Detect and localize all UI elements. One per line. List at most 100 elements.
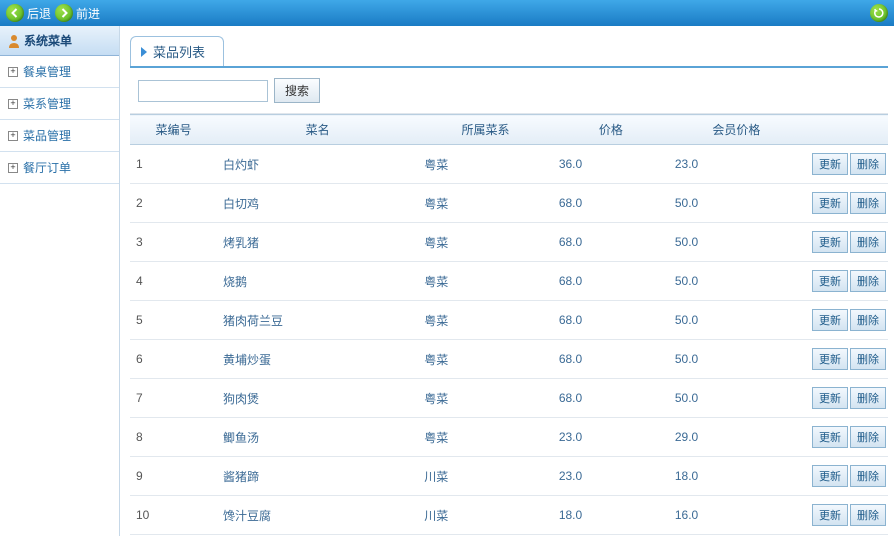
sidebar-item-label: 餐厅订单 [23,159,71,176]
expand-icon: + [8,67,18,77]
cell-actions: 更新删除 [804,457,888,496]
table-row: 8鲫鱼汤粤菜23.029.0更新删除 [130,418,888,457]
search-input[interactable] [138,80,268,102]
cell-name: 猪肉荷兰豆 [217,301,418,340]
delete-button[interactable]: 删除 [850,465,886,487]
cell-category: 粤菜 [418,262,553,301]
cell-member: 50.0 [669,184,804,223]
cell-category: 粤菜 [418,340,553,379]
col-member: 会员价格 [669,115,804,145]
cell-actions: 更新删除 [804,262,888,301]
cell-id: 2 [130,184,217,223]
expand-icon: + [8,163,18,173]
cell-actions: 更新删除 [804,379,888,418]
update-button[interactable]: 更新 [812,231,848,253]
cell-price: 36.0 [553,145,669,184]
sidebar-header: 系统菜单 [0,26,119,56]
cell-category: 粤菜 [418,145,553,184]
sidebar-item-1[interactable]: + 菜系管理 [0,88,119,120]
sidebar-item-label: 菜品管理 [23,127,71,144]
cell-category: 川菜 [418,496,553,535]
topbar-left: 后退 前进 [6,4,100,22]
cell-price: 68.0 [553,184,669,223]
cell-price: 68.0 [553,262,669,301]
panel-title-row: 菜品列表 [130,36,888,68]
cell-category: 粤菜 [418,223,553,262]
sidebar-item-2[interactable]: + 菜品管理 [0,120,119,152]
sidebar-item-label: 菜系管理 [23,95,71,112]
table-row: 10馋汁豆腐川菜18.016.0更新删除 [130,496,888,535]
cell-actions: 更新删除 [804,223,888,262]
cell-id: 10 [130,496,217,535]
update-button[interactable]: 更新 [812,465,848,487]
cell-name: 白切鸡 [217,184,418,223]
delete-button[interactable]: 删除 [850,348,886,370]
table-row: 1白灼虾粤菜36.023.0更新删除 [130,145,888,184]
cell-id: 5 [130,301,217,340]
sidebar: 系统菜单 + 餐桌管理 + 菜系管理 + 菜品管理 + 餐厅订单 [0,26,120,536]
cell-name: 酱猪蹄 [217,457,418,496]
expand-icon: + [8,99,18,109]
search-button[interactable]: 搜索 [274,78,320,103]
cell-actions: 更新删除 [804,301,888,340]
sidebar-item-0[interactable]: + 餐桌管理 [0,56,119,88]
delete-button[interactable]: 删除 [850,504,886,526]
sidebar-item-3[interactable]: + 餐厅订单 [0,152,119,184]
cell-price: 68.0 [553,340,669,379]
cell-name: 狗肉煲 [217,379,418,418]
topbar: 后退 前进 [0,0,894,26]
cell-member: 18.0 [669,457,804,496]
table-row: 9酱猪蹄川菜23.018.0更新删除 [130,457,888,496]
cell-actions: 更新删除 [804,496,888,535]
cell-price: 68.0 [553,379,669,418]
col-name: 菜名 [217,115,418,145]
forward-label: 前进 [76,5,100,22]
update-button[interactable]: 更新 [812,153,848,175]
delete-button[interactable]: 删除 [850,192,886,214]
back-icon [6,4,24,22]
delete-button[interactable]: 删除 [850,309,886,331]
update-button[interactable]: 更新 [812,270,848,292]
update-button[interactable]: 更新 [812,348,848,370]
table-row: 3烤乳猪粤菜68.050.0更新删除 [130,223,888,262]
back-button[interactable]: 后退 [6,4,51,22]
cell-id: 6 [130,340,217,379]
cell-category: 粤菜 [418,379,553,418]
cell-actions: 更新删除 [804,418,888,457]
cell-id: 9 [130,457,217,496]
update-button[interactable]: 更新 [812,387,848,409]
cell-id: 1 [130,145,217,184]
delete-button[interactable]: 删除 [850,426,886,448]
cell-name: 烧鹅 [217,262,418,301]
delete-button[interactable]: 删除 [850,387,886,409]
dish-table: 菜编号 菜名 所属菜系 价格 会员价格 1白灼虾粤菜36.023.0更新删除2白… [130,114,888,536]
cell-id: 3 [130,223,217,262]
delete-button[interactable]: 删除 [850,153,886,175]
sidebar-item-label: 餐桌管理 [23,63,71,80]
cell-actions: 更新删除 [804,145,888,184]
cell-member: 50.0 [669,379,804,418]
panel-title: 菜品列表 [153,42,205,61]
cell-category: 粤菜 [418,301,553,340]
cell-member: 50.0 [669,301,804,340]
expand-icon: + [8,131,18,141]
cell-name: 黄埔炒蛋 [217,340,418,379]
search-row: 搜索 [130,68,888,114]
delete-button[interactable]: 删除 [850,270,886,292]
cell-price: 23.0 [553,457,669,496]
cell-name: 馋汁豆腐 [217,496,418,535]
update-button[interactable]: 更新 [812,192,848,214]
col-price: 价格 [553,115,669,145]
main-area: 菜品列表 搜索 菜编号 菜名 所属菜系 价格 会员价格 [120,26,894,536]
forward-button[interactable]: 前进 [55,4,100,22]
table-header-row: 菜编号 菜名 所属菜系 价格 会员价格 [130,115,888,145]
col-id: 菜编号 [130,115,217,145]
refresh-button[interactable] [870,4,888,22]
update-button[interactable]: 更新 [812,426,848,448]
update-button[interactable]: 更新 [812,309,848,331]
table-row: 7狗肉煲粤菜68.050.0更新删除 [130,379,888,418]
cell-name: 鲫鱼汤 [217,418,418,457]
delete-button[interactable]: 删除 [850,231,886,253]
update-button[interactable]: 更新 [812,504,848,526]
cell-category: 川菜 [418,457,553,496]
